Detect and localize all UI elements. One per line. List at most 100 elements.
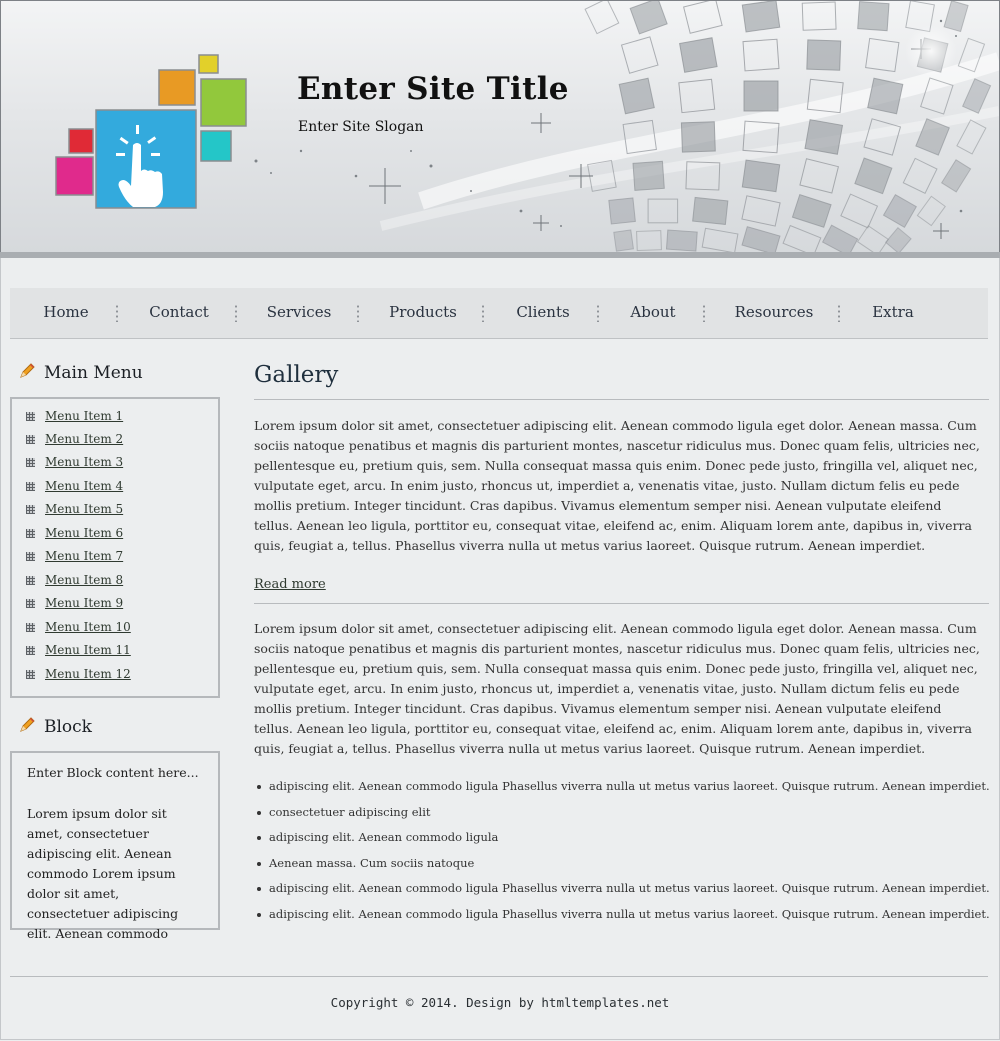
sphere-tile	[608, 197, 636, 225]
pencil-icon	[20, 363, 35, 378]
title-divider	[254, 399, 989, 400]
touch-hand-logo-icon	[55, 54, 247, 209]
nav-item-resources[interactable]: Resources	[735, 288, 814, 338]
menu-item-2[interactable]: Menu Item 2	[26, 432, 123, 450]
sphere-tile	[956, 119, 987, 155]
sphere-tile	[692, 196, 729, 226]
sphere-tile	[742, 38, 780, 72]
nav-item-home[interactable]: Home	[43, 288, 88, 338]
list-item: adipiscing elit. Aenean commodo ligula	[256, 830, 499, 844]
menu-item-link[interactable]: Menu Item 5	[45, 502, 123, 516]
list-item: adipiscing elit. Aenean commodo ligula P…	[257, 779, 990, 793]
sphere-tile	[741, 1, 781, 33]
list-item: adipiscing elit. Aenean commodo ligula P…	[257, 881, 990, 895]
sphere-tile	[856, 225, 890, 253]
menu-item-12[interactable]: Menu Item 12	[26, 667, 131, 685]
nav-item-about[interactable]: About	[630, 288, 675, 338]
grid-bullet-icon	[26, 482, 35, 491]
read-more-link[interactable]: Read more	[254, 577, 326, 592]
list-item: adipiscing elit. Aenean commodo ligula P…	[257, 907, 990, 921]
sphere-tile	[678, 78, 716, 114]
main-menu-heading: Main Menu	[18, 362, 143, 383]
menu-item-link[interactable]: Menu Item 9	[45, 596, 123, 610]
menu-item-6[interactable]: Menu Item 6	[26, 526, 123, 544]
grid-bullet-icon	[26, 552, 35, 561]
sphere-tile	[799, 158, 840, 194]
menu-item-11[interactable]: Menu Item 11	[26, 643, 131, 661]
sphere-tile	[782, 224, 822, 253]
menu-item-link[interactable]: Menu Item 1	[45, 409, 123, 423]
sphere-tile	[665, 229, 698, 252]
menu-item-3[interactable]: Menu Item 3	[26, 455, 123, 473]
sphere-tile	[683, 1, 723, 34]
menu-item-link[interactable]: Menu Item 8	[45, 573, 123, 587]
sphere-tile	[854, 157, 893, 195]
sphere-tile	[806, 39, 842, 71]
menu-item-4[interactable]: Menu Item 4	[26, 479, 123, 497]
nav-item-products[interactable]: Products	[389, 288, 457, 338]
pencil-icon	[20, 717, 35, 732]
sphere-tile	[743, 80, 779, 112]
page-title: Gallery	[254, 362, 339, 388]
menu-item-link[interactable]: Menu Item 3	[45, 455, 123, 469]
menu-item-link[interactable]: Menu Item 11	[45, 643, 131, 657]
nav-separator	[357, 304, 359, 322]
sphere-tile	[679, 37, 718, 73]
sphere-tile	[741, 159, 781, 193]
sphere-tile	[636, 230, 662, 252]
sphere-tile	[882, 193, 918, 228]
menu-item-link[interactable]: Menu Item 2	[45, 432, 123, 446]
nav-item-contact[interactable]: Contact	[149, 288, 209, 338]
menu-item-1[interactable]: Menu Item 1	[26, 409, 123, 427]
nav-separator	[482, 304, 484, 322]
header-divider-bar	[0, 252, 1000, 258]
sphere-tile	[629, 1, 668, 35]
menu-item-5[interactable]: Menu Item 5	[26, 502, 123, 520]
nav-item-extra[interactable]: Extra	[872, 288, 914, 338]
sphere-tile	[741, 226, 781, 253]
sphere-tile	[613, 229, 635, 252]
sphere-tile	[902, 157, 938, 195]
footer-divider	[10, 976, 988, 977]
sphere-tile	[865, 37, 900, 73]
grid-bullet-icon	[26, 646, 35, 655]
menu-item-link[interactable]: Menu Item 7	[45, 549, 123, 563]
menu-item-link[interactable]: Menu Item 10	[45, 620, 131, 634]
menu-item-8[interactable]: Menu Item 8	[26, 573, 123, 591]
block-body-text: Lorem ipsum dolor sit amet, consectetuer…	[27, 806, 179, 941]
sphere-tile	[821, 224, 859, 253]
sphere-tile	[801, 1, 837, 31]
menu-item-10[interactable]: Menu Item 10	[26, 620, 131, 638]
sphere-tile	[584, 1, 620, 35]
section-divider	[254, 603, 989, 604]
sphere-tile	[840, 193, 879, 229]
sphere-tile	[867, 77, 904, 115]
block-heading: Block	[18, 716, 92, 737]
menu-item-link[interactable]: Menu Item 6	[45, 526, 123, 540]
sphere-tile	[857, 1, 890, 32]
menu-item-link[interactable]: Menu Item 4	[45, 479, 123, 493]
sphere-tile	[961, 78, 992, 114]
menu-item-link[interactable]: Menu Item 12	[45, 667, 131, 681]
nav-separator	[597, 304, 599, 322]
main-navigation: Home Contact Services Products Clients A…	[10, 288, 988, 339]
grid-bullet-icon	[26, 505, 35, 514]
sphere-tile	[884, 226, 912, 253]
sphere-tile	[940, 159, 972, 193]
sphere-tile	[680, 121, 716, 153]
sphere-tile	[916, 195, 946, 227]
main-menu-heading-label: Main Menu	[44, 363, 143, 383]
grid-bullet-icon	[26, 458, 35, 467]
menu-item-7[interactable]: Menu Item 7	[26, 549, 123, 567]
nav-separator	[703, 304, 705, 322]
grid-bullet-icon	[26, 599, 35, 608]
sphere-tile	[632, 160, 665, 191]
nav-item-services[interactable]: Services	[267, 288, 332, 338]
site-header: Enter Site Title Enter Site Slogan	[0, 0, 1000, 254]
block-heading-label: Block	[44, 717, 92, 737]
grid-bullet-icon	[26, 435, 35, 444]
menu-item-9[interactable]: Menu Item 9	[26, 596, 123, 614]
sphere-tile	[943, 1, 969, 33]
sphere-tile	[647, 198, 679, 224]
nav-item-clients[interactable]: Clients	[516, 288, 569, 338]
